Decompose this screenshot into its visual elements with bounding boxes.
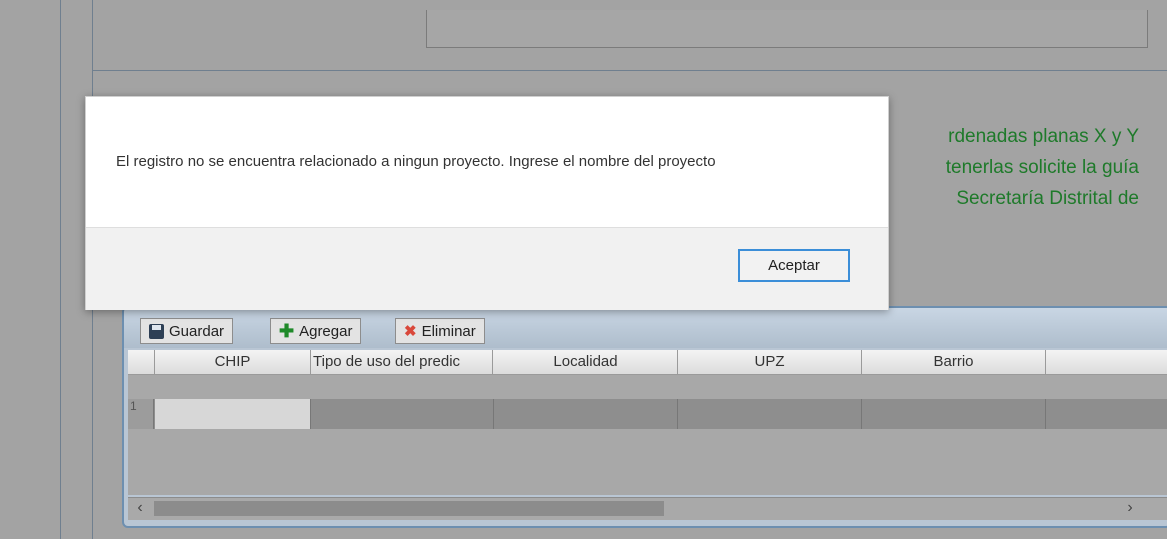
dialog-footer: Aceptar (86, 227, 888, 310)
horizontal-scrollbar[interactable]: ‹ › (128, 497, 1167, 520)
table-row[interactable]: 1 (128, 399, 1167, 429)
column-header-barrio[interactable]: Barrio (862, 350, 1046, 374)
column-header-chip[interactable]: CHIP (155, 350, 311, 374)
delete-button-label: Eliminar (421, 322, 476, 340)
grid-toolbar: Guardar ✚ Agregar ✖ Eliminar (124, 308, 1167, 348)
delete-button[interactable]: ✖ Eliminar (395, 318, 485, 344)
instruction-text-line: rdenadas planas X y Y (948, 126, 1139, 147)
add-button-label: Agregar (299, 322, 353, 340)
table-cell[interactable] (862, 399, 1046, 429)
save-button-label: Guardar (169, 322, 225, 340)
table-cell[interactable] (311, 399, 494, 429)
column-header-localidad[interactable]: Localidad (494, 350, 678, 374)
delete-icon: ✖ (404, 323, 417, 340)
grid-body: 1 (128, 375, 1167, 495)
scroll-thumb[interactable] (154, 501, 664, 516)
dialog-message: El registro no se encuentra relacionado … (116, 153, 716, 170)
grid-header-row: CHIP Tipo de uso del predic Localidad UP… (128, 350, 1167, 375)
alert-dialog: El registro no se encuentra relacionado … (85, 96, 889, 310)
scroll-left-icon[interactable]: ‹ (130, 499, 150, 517)
row-number: 1 (128, 399, 154, 429)
instruction-text-line: Secretaría Distrital de (956, 188, 1139, 209)
floppy-disk-icon (149, 323, 164, 339)
column-header-tipo-uso[interactable]: Tipo de uso del predic (311, 350, 493, 374)
divider (60, 0, 61, 539)
instruction-text-line: tenerlas solicite la guía (945, 157, 1139, 178)
column-header-upz[interactable]: UPZ (678, 350, 862, 374)
table-cell[interactable] (678, 399, 862, 429)
add-button[interactable]: ✚ Agregar (270, 318, 362, 344)
table-cell[interactable] (494, 399, 678, 429)
chip-cell-input[interactable] (155, 399, 311, 429)
data-grid: Guardar ✚ Agregar ✖ Eliminar CHIP Tipo d… (122, 306, 1167, 528)
save-button[interactable]: Guardar (140, 318, 234, 344)
scroll-right-icon[interactable]: › (1120, 499, 1140, 517)
plus-icon: ✚ (279, 320, 295, 341)
accept-button[interactable]: Aceptar (738, 249, 850, 282)
row-number-header (128, 350, 155, 374)
top-text-field[interactable] (426, 10, 1148, 48)
